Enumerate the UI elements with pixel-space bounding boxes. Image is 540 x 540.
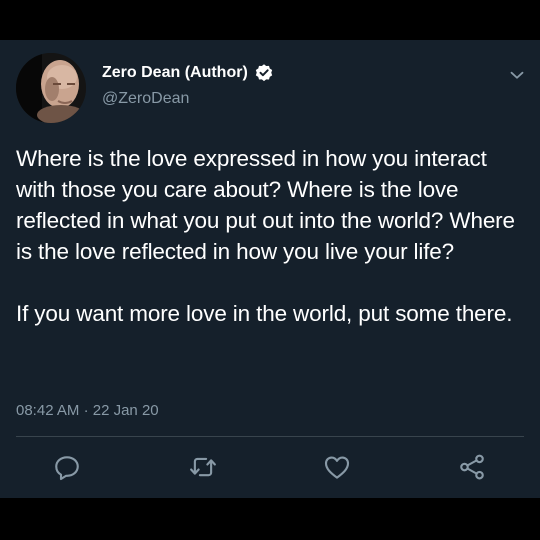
retweet-icon [190,457,216,477]
share-icon [460,454,484,480]
tweet-paragraph: If you want more love in the world, put … [16,301,513,326]
author-name-row: Zero Dean (Author) [102,63,274,83]
verified-badge-icon [255,64,272,82]
like-button[interactable] [322,452,352,482]
share-button[interactable] [457,452,487,482]
retweet-button[interactable] [188,452,218,482]
avatar-photo [16,53,86,123]
tweet-meta: 08:42 AM · 22 Jan 20 [16,402,159,419]
heart-icon [324,456,350,479]
meta-separator: · [83,402,89,419]
tweet-time[interactable]: 08:42 AM [16,402,79,419]
tweet-date[interactable]: 22 Jan 20 [93,402,159,419]
reply-icon [55,456,79,481]
tweet-card: Zero Dean (Author) @ZeroDean Where is th… [0,40,540,498]
tweet-text: Where is the love expressed in how you i… [16,143,526,329]
tweet-paragraph: Where is the love expressed in how you i… [16,146,515,264]
display-name[interactable]: Zero Dean (Author) [102,64,248,82]
avatar[interactable] [16,53,86,123]
divider [16,436,524,437]
chevron-down-icon[interactable] [506,64,528,86]
user-handle[interactable]: @ZeroDean [102,90,189,108]
reply-button[interactable] [52,452,82,482]
